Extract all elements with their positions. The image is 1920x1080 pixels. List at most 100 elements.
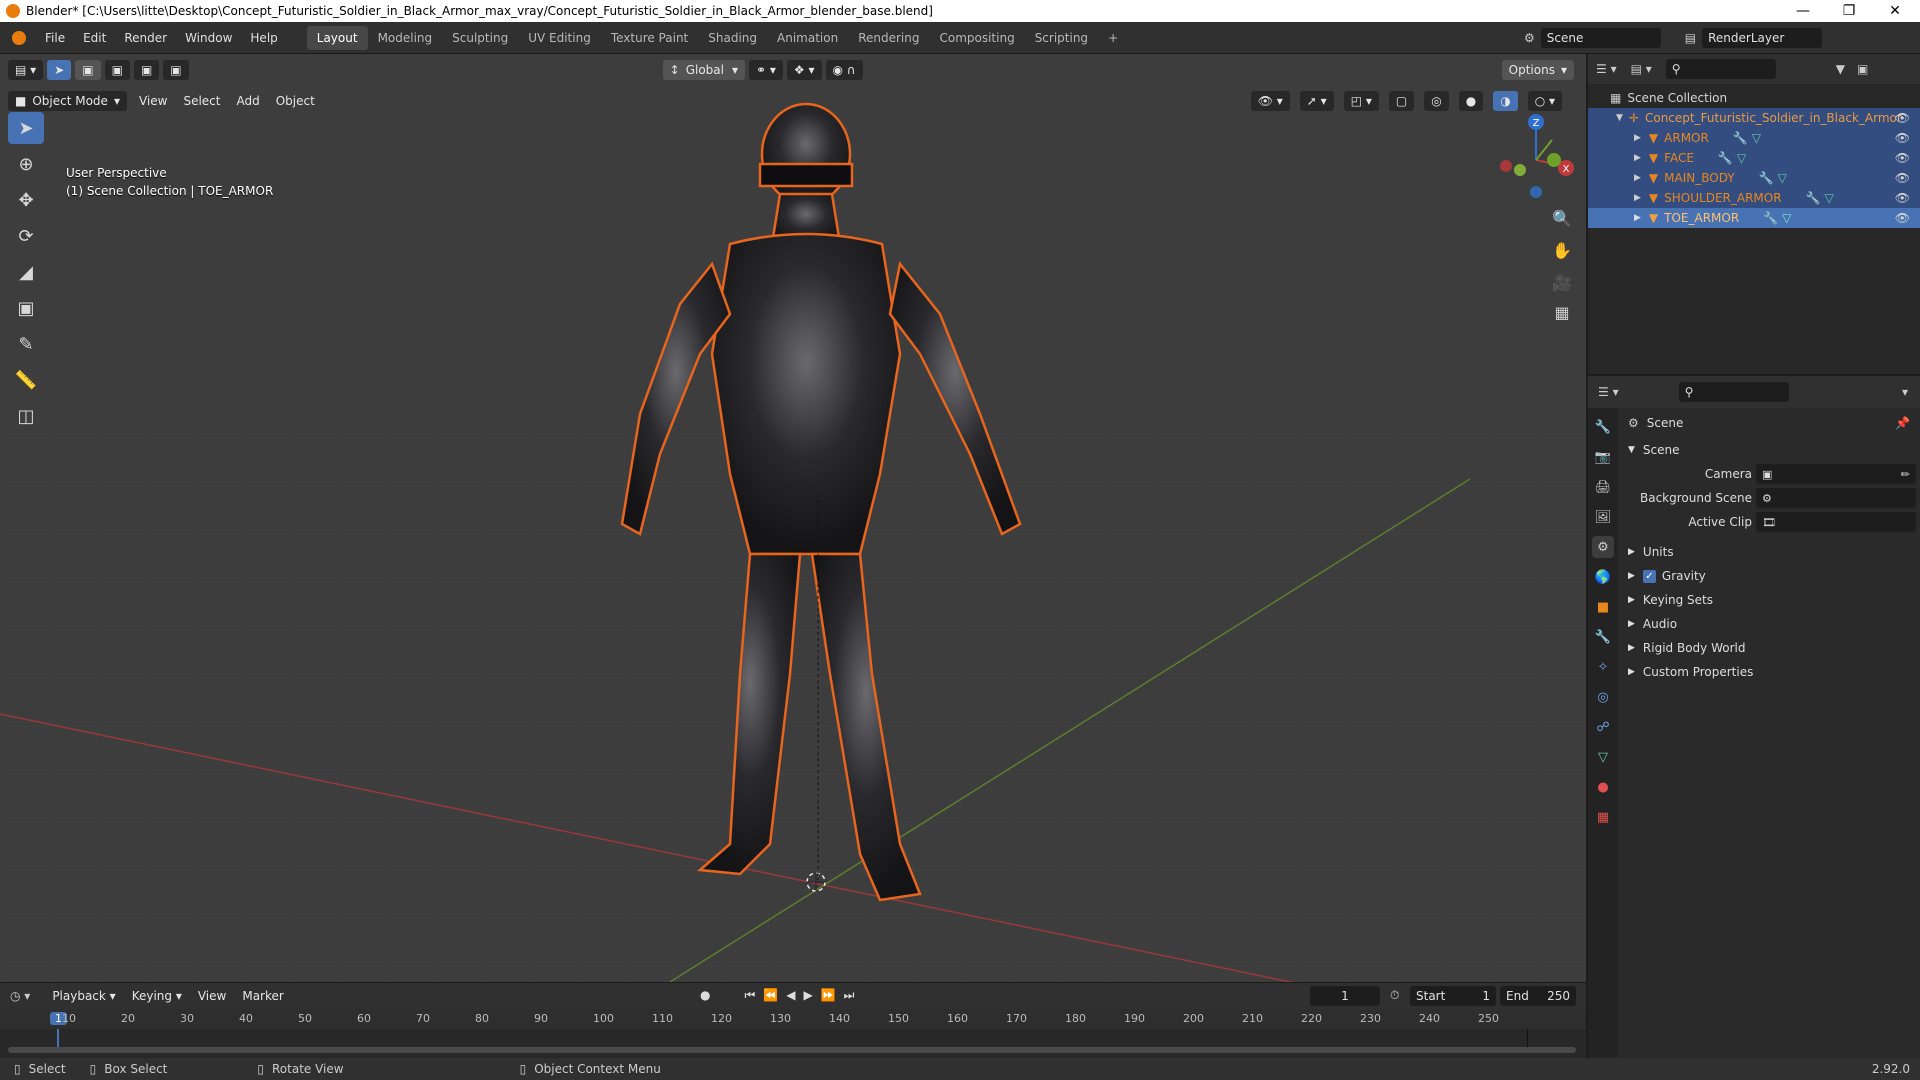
- select-tool-icon[interactable]: ➤: [47, 59, 72, 80]
- shading-wireframe-icon[interactable]: ◎: [1424, 90, 1449, 111]
- menu-object[interactable]: Object: [268, 94, 323, 108]
- new-collection-icon[interactable]: ▣: [1857, 62, 1868, 76]
- visibility-eye-icon[interactable]: 👁: [1895, 111, 1910, 125]
- start-frame-field[interactable]: Start 1: [1410, 986, 1496, 1006]
- menu-select[interactable]: Select: [175, 94, 228, 108]
- display-mode-icon[interactable]: ☰ ▾: [1596, 62, 1617, 76]
- expand-arrow-icon[interactable]: ▶: [1634, 213, 1641, 223]
- editor-type-icon[interactable]: ☰ ▾: [1598, 385, 1619, 399]
- proportional-edit-icon[interactable]: ◉ ∩: [825, 59, 863, 80]
- visibility-eye-icon[interactable]: 👁: [1895, 171, 1910, 185]
- tab-scripting[interactable]: Scripting: [1025, 26, 1098, 50]
- modifier-tab-icon[interactable]: 🔧: [1592, 626, 1614, 648]
- select-mode-extend-icon[interactable]: ▣: [104, 59, 130, 80]
- tab-sculpting[interactable]: Sculpting: [442, 26, 518, 50]
- jump-start-icon[interactable]: ⏮: [744, 988, 755, 1003]
- render-tab-icon[interactable]: 📷: [1592, 446, 1614, 468]
- scene-icon[interactable]: ⚙: [1524, 31, 1535, 45]
- outliner-row-armor[interactable]: ▶ ▼ ARMOR 🔧 ▽ 👁: [1588, 128, 1920, 148]
- transform-orientation-dropdown[interactable]: ↕ Global ▾: [662, 59, 745, 80]
- visibility-icon[interactable]: 👁 ▾: [1250, 90, 1290, 111]
- cursor-tool-icon[interactable]: ⊕: [8, 148, 44, 180]
- overlays-icon[interactable]: ◰ ▾: [1343, 90, 1379, 111]
- visibility-eye-icon[interactable]: 👁: [1895, 131, 1910, 145]
- add-cube-tool-icon[interactable]: ◫: [8, 400, 44, 432]
- outliner-row-face[interactable]: ▶ ▼ FACE 🔧 ▽ 👁: [1588, 148, 1920, 168]
- gravity-panel-header[interactable]: ▶ ✓ Gravity: [1620, 564, 1920, 588]
- 3d-viewport[interactable]: ▤ ▾ ➤ ▣ ▣ ▣ ▣ ↕ Global ▾ ⚭ ▾ ❖ ▾ ◉ ∩ Optio…: [0, 54, 1586, 982]
- transform-tool-icon[interactable]: ▣: [8, 292, 44, 324]
- background-scene-field[interactable]: ⚙: [1756, 488, 1916, 508]
- menu-file[interactable]: File: [36, 31, 74, 45]
- visibility-eye-icon[interactable]: 👁: [1895, 151, 1910, 165]
- menu-view[interactable]: View: [190, 989, 234, 1003]
- tab-layout[interactable]: Layout: [306, 25, 368, 50]
- active-clip-field[interactable]: 🎞: [1756, 512, 1916, 532]
- expand-arrow-icon[interactable]: ▶: [1634, 133, 1641, 143]
- play-icon[interactable]: ▶: [803, 988, 812, 1003]
- tab-shading[interactable]: Shading: [698, 26, 767, 50]
- menu-view[interactable]: View: [131, 94, 175, 108]
- keying-sets-panel-header[interactable]: ▶ Keying Sets: [1620, 588, 1920, 612]
- tab-compositing[interactable]: Compositing: [929, 26, 1024, 50]
- move-tool-icon[interactable]: ✥: [8, 184, 44, 216]
- scene-tab-icon[interactable]: ⚙: [1592, 536, 1614, 558]
- camera-view-icon[interactable]: 🎥: [1548, 268, 1576, 296]
- outliner-row-main-body[interactable]: ▶ ▼ MAIN_BODY 🔧 ▽ 👁: [1588, 168, 1920, 188]
- eyedropper-icon[interactable]: ✏: [1901, 468, 1910, 481]
- particles-tab-icon[interactable]: ✧: [1592, 656, 1614, 678]
- tool-tab-icon[interactable]: 🔧: [1592, 416, 1614, 438]
- outliner-row-collection[interactable]: ▼ ✛ Concept_Futuristic_Soldier_in_Black_…: [1588, 108, 1920, 128]
- menu-help[interactable]: Help: [241, 31, 286, 45]
- filter-icon[interactable]: ▼: [1836, 62, 1845, 76]
- ortho-grid-icon[interactable]: ▦: [1548, 298, 1576, 326]
- expand-arrow-icon[interactable]: ▶: [1634, 153, 1641, 163]
- object-tab-icon[interactable]: ■: [1592, 596, 1614, 618]
- rigid-body-world-panel-header[interactable]: ▶ Rigid Body World: [1620, 636, 1920, 660]
- y-axis-icon[interactable]: [1547, 153, 1561, 167]
- scene-selector[interactable]: Scene: [1540, 28, 1661, 48]
- minimize-icon[interactable]: —: [1780, 0, 1826, 22]
- audio-panel-header[interactable]: ▶ Audio: [1620, 612, 1920, 636]
- camera-field[interactable]: ▣ ✏: [1756, 464, 1916, 484]
- close-icon[interactable]: ✕: [1872, 0, 1918, 22]
- menu-keying[interactable]: Keying ▾: [124, 989, 190, 1003]
- expand-arrow-icon[interactable]: ▶: [1634, 173, 1641, 183]
- physics-tab-icon[interactable]: ◎: [1592, 686, 1614, 708]
- outliner-search-input[interactable]: ⚲: [1665, 59, 1776, 79]
- gravity-checkbox[interactable]: ✓: [1642, 569, 1656, 583]
- scale-tool-icon[interactable]: ◢: [8, 256, 44, 288]
- expand-arrow-icon[interactable]: ▶: [1634, 193, 1641, 203]
- object-mode-dropdown[interactable]: ■ Object Mode ▾: [8, 90, 127, 111]
- menu-playback[interactable]: Playback ▾: [44, 989, 123, 1003]
- visibility-eye-icon[interactable]: 👁: [1895, 191, 1910, 205]
- world-tab-icon[interactable]: 🌎: [1592, 566, 1614, 588]
- tab-uv-editing[interactable]: UV Editing: [518, 26, 601, 50]
- select-mode-subtract-icon[interactable]: ▣: [133, 59, 160, 80]
- texture-tab-icon[interactable]: ▦: [1592, 806, 1614, 828]
- rotate-tool-icon[interactable]: ⟳: [8, 220, 44, 252]
- menu-window[interactable]: Window: [176, 31, 241, 45]
- custom-properties-panel-header[interactable]: ▶ Custom Properties: [1620, 660, 1920, 684]
- pin-icon[interactable]: 📌: [1895, 416, 1910, 430]
- outliner-row-toe-armor[interactable]: ▶ ▼ TOE_ARMOR 🔧 ▽ 👁: [1588, 208, 1920, 228]
- jump-end-icon[interactable]: ⏭: [844, 988, 855, 1003]
- editor-type-icon[interactable]: ◷ ▾: [10, 989, 30, 1003]
- constraints-tab-icon[interactable]: ☍: [1592, 716, 1614, 738]
- material-tab-icon[interactable]: ●: [1592, 776, 1614, 798]
- end-frame-field[interactable]: End 250: [1500, 986, 1576, 1006]
- current-frame-field[interactable]: 1: [1310, 986, 1380, 1006]
- menu-edit[interactable]: Edit: [74, 31, 115, 45]
- menu-marker[interactable]: Marker: [234, 989, 291, 1003]
- select-mode-new-icon[interactable]: ▣: [75, 59, 101, 80]
- shading-solid-icon[interactable]: ●: [1458, 90, 1484, 111]
- add-workspace-icon[interactable]: +: [1098, 26, 1128, 50]
- timeline-scrollbar[interactable]: [8, 1047, 1576, 1053]
- units-panel-header[interactable]: ▶ Units: [1620, 540, 1920, 564]
- tab-texture-paint[interactable]: Texture Paint: [601, 26, 698, 50]
- panel-options-icon[interactable]: ▾: [1902, 385, 1908, 399]
- select-mode-intersect-icon[interactable]: ▣: [163, 59, 189, 80]
- snap-icon[interactable]: ❖ ▾: [786, 59, 822, 80]
- zoom-icon[interactable]: 🔍: [1548, 204, 1576, 232]
- preview-range-icon[interactable]: ⏱: [1390, 988, 1399, 1003]
